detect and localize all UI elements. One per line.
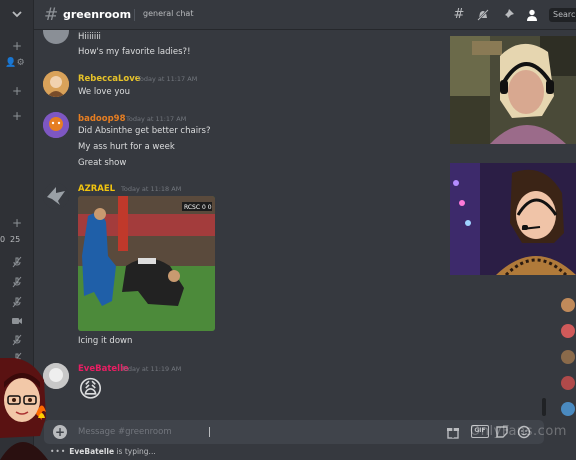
webcam-feed-2[interactable] bbox=[450, 163, 576, 275]
username[interactable]: AZRAEL bbox=[78, 184, 115, 194]
webcam-feed-1[interactable] bbox=[450, 36, 576, 144]
text-channel-icon: # bbox=[44, 5, 59, 25]
streamer-avatar bbox=[0, 358, 48, 460]
video-icon[interactable] bbox=[11, 315, 23, 327]
typing-user: EveBatelle bbox=[69, 447, 115, 456]
username[interactable]: badoop98 bbox=[78, 114, 126, 124]
chevron-down-icon[interactable] bbox=[11, 8, 23, 20]
message-text: How's my favorite ladies?! bbox=[78, 47, 191, 57]
avatar[interactable] bbox=[561, 298, 575, 312]
scoreboard: RCSC 0 0 bbox=[184, 204, 212, 211]
avatar[interactable] bbox=[561, 376, 575, 390]
add-icon[interactable]: + bbox=[11, 217, 23, 229]
channel-header: # greenroom general chat # Search bbox=[34, 0, 576, 30]
attach-plus-icon[interactable]: + bbox=[53, 425, 67, 439]
discord-window: + 👤⚙ + + + 0 25 # greenroom general chat… bbox=[0, 0, 576, 460]
gift-icon[interactable] bbox=[446, 425, 460, 439]
text-cursor bbox=[209, 427, 210, 437]
muted-mic-icon[interactable] bbox=[11, 296, 23, 308]
scrollbar[interactable] bbox=[542, 398, 546, 416]
add-icon[interactable]: + bbox=[11, 40, 23, 52]
add-icon[interactable]: + bbox=[11, 85, 23, 97]
avatar[interactable] bbox=[561, 402, 575, 416]
avatar[interactable] bbox=[43, 71, 69, 97]
search-input[interactable]: Search bbox=[549, 8, 576, 22]
message-text: My ass hurt for a week bbox=[78, 142, 175, 152]
timestamp: Today at 11:19 AM bbox=[121, 365, 182, 373]
channel-topic: general chat bbox=[134, 9, 193, 21]
channel-name: greenroom bbox=[63, 8, 132, 21]
muted-mic-icon[interactable] bbox=[11, 256, 23, 268]
avatar[interactable] bbox=[561, 350, 575, 364]
avatar[interactable] bbox=[43, 183, 69, 209]
message-text: Hiiiiiii bbox=[78, 32, 101, 42]
muted-mic-icon[interactable] bbox=[11, 334, 23, 346]
typing-dots-icon: ••• bbox=[50, 447, 67, 456]
avatar[interactable] bbox=[43, 30, 69, 44]
typing-suffix: is typing... bbox=[114, 447, 156, 456]
typing-indicator: ••• EveBatelle is typing... bbox=[50, 447, 156, 456]
timestamp: Today at 11:18 AM bbox=[121, 185, 182, 193]
message-composer[interactable]: + Message #greenroom GIF bbox=[44, 420, 544, 444]
timestamp: Today at 11:17 AM bbox=[137, 75, 198, 83]
avatar[interactable] bbox=[561, 324, 575, 338]
member-count: 25 bbox=[10, 235, 21, 244]
username[interactable]: RebeccaLove bbox=[78, 74, 141, 84]
message-input[interactable]: Message #greenroom bbox=[78, 427, 172, 437]
timestamp: Today at 11:17 AM bbox=[126, 115, 187, 123]
user-settings-icon[interactable]: 👤⚙ bbox=[3, 57, 27, 69]
message-text: Icing it down bbox=[78, 336, 133, 346]
avatar[interactable] bbox=[43, 112, 69, 138]
attached-image[interactable]: RCSC 0 0 bbox=[78, 196, 215, 331]
threads-icon[interactable]: # bbox=[452, 8, 466, 22]
message-text: We love you bbox=[78, 87, 130, 97]
muted-mic-icon[interactable] bbox=[11, 276, 23, 288]
add-icon[interactable]: + bbox=[11, 110, 23, 122]
watermark: OnlyFans.com bbox=[470, 424, 567, 439]
count-zero: 0 bbox=[0, 235, 6, 244]
message-text: Great show bbox=[78, 158, 127, 168]
weary-emoji: 😩 bbox=[78, 375, 104, 403]
mute-bell-icon[interactable] bbox=[476, 8, 490, 22]
message-text: Did Absinthe get better chairs? bbox=[78, 126, 211, 136]
member-list-icon[interactable] bbox=[525, 8, 539, 22]
pin-icon[interactable] bbox=[501, 8, 515, 22]
